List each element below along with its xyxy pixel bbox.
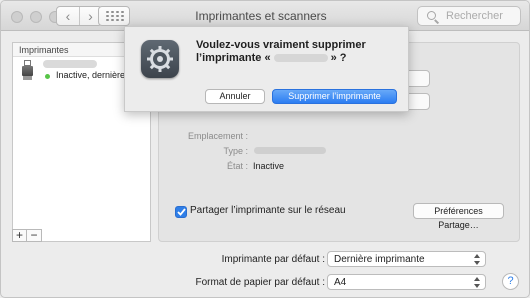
close-window-button[interactable]	[11, 11, 23, 23]
delete-printer-button[interactable]: Supprimer l’imprimante	[272, 89, 397, 104]
minimize-window-button[interactable]	[30, 11, 42, 23]
state-value: Inactive	[253, 161, 285, 171]
share-checkbox[interactable]	[175, 206, 187, 218]
printer-icon	[22, 60, 33, 82]
checkmark-icon	[176, 208, 186, 216]
system-preferences-gear-icon	[141, 40, 179, 78]
default-printer-value: Dernière imprimante	[334, 254, 425, 265]
status-dot-icon	[45, 74, 50, 79]
dialog-message-prefix: l’imprimante «	[196, 52, 271, 64]
search-field[interactable]: Rechercher	[417, 6, 521, 26]
updown-arrows-icon	[473, 254, 481, 265]
printer-name-redacted	[273, 54, 328, 63]
default-printer-select[interactable]: Dernière imprimante	[327, 251, 486, 267]
printer-status: Inactive, dernière u	[56, 70, 133, 80]
share-label: Partager l’imprimante sur le réseau	[190, 205, 346, 216]
window-title: Imprimantes et scanners	[195, 9, 327, 23]
printers-window: ‹ › Imprimantes et scanners Rechercher I…	[0, 0, 530, 298]
help-button[interactable]: ?	[502, 273, 519, 290]
updown-arrows-icon	[473, 277, 481, 288]
location-label: Emplacement :	[187, 131, 248, 141]
show-all-grid-icon[interactable]	[98, 6, 130, 26]
search-icon	[427, 11, 436, 20]
state-label: État :	[226, 161, 248, 171]
printer-name-redacted	[43, 60, 97, 68]
default-paper-label: Format de papier par défaut :	[195, 277, 325, 288]
dialog-message-line2: l’imprimante « » ?	[196, 52, 396, 65]
search-placeholder: Rechercher	[446, 10, 503, 22]
type-label: Type :	[223, 146, 248, 156]
sharing-preferences-button[interactable]: Préférences Partage…	[413, 203, 504, 230]
dialog-message: Voulez-vous vraiment supprimer l’imprima…	[196, 39, 396, 65]
default-printer-label: Imprimante par défaut :	[221, 254, 325, 265]
type-value-redacted	[254, 147, 326, 154]
dialog-message-suffix: » ?	[330, 52, 347, 64]
cancel-button[interactable]: Annuler	[205, 89, 265, 104]
default-paper-select[interactable]: A4	[327, 274, 486, 290]
remove-printer-button[interactable]: −	[27, 229, 42, 242]
list-controls: + −	[12, 229, 42, 242]
delete-confirmation-dialog: Voulez-vous vraiment supprimer l’imprima…	[124, 26, 409, 112]
dialog-message-line1: Voulez-vous vraiment supprimer	[196, 39, 366, 51]
back-button[interactable]: ‹	[57, 7, 79, 25]
default-paper-value: A4	[334, 277, 347, 288]
add-printer-button[interactable]: +	[12, 229, 27, 242]
nav-segment: ‹ ›	[56, 6, 102, 26]
